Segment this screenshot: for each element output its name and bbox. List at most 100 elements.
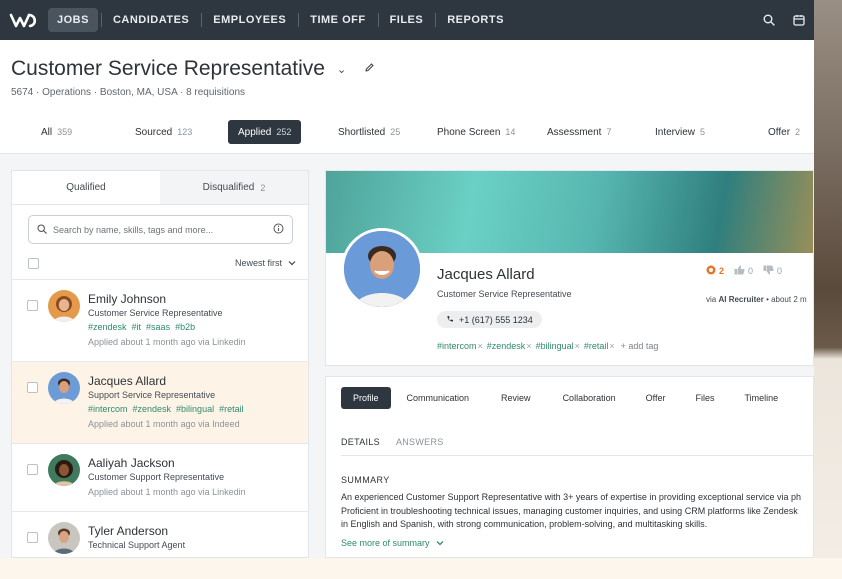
- tab-label: Disqualified: [202, 182, 255, 193]
- candidate-detail-panel: Profile Communication Review Collaborati…: [325, 376, 814, 558]
- profile-tags: #intercom × #zendesk × #bilingual × #retail…: [437, 341, 658, 351]
- candidate-row[interactable]: Tyler Anderson Technical Support Agent: [12, 511, 308, 557]
- remove-tag-icon[interactable]: ×: [526, 341, 531, 351]
- candidate-role: Support Service Representative: [88, 390, 216, 400]
- stage-label: Sourced: [135, 126, 173, 138]
- top-navigation: JOBS CANDIDATES EMPLOYEES TIME OFF FILES…: [0, 0, 814, 40]
- nav-jobs[interactable]: JOBS: [48, 8, 98, 32]
- avatar: [48, 372, 80, 404]
- tag[interactable]: #bilingual: [536, 341, 574, 351]
- stage-label: Shortlisted: [338, 126, 386, 138]
- row-checkbox[interactable]: [27, 300, 38, 311]
- tab-collaboration[interactable]: Collaboration: [551, 387, 628, 409]
- nav-employees[interactable]: EMPLOYEES: [204, 8, 295, 32]
- summary-line: Proficient in troubleshooting technical …: [341, 505, 798, 516]
- tag[interactable]: #zendesk: [487, 341, 526, 351]
- row-checkbox[interactable]: [27, 532, 38, 543]
- stage-offer[interactable]: Offer 2: [768, 120, 800, 144]
- tag[interactable]: #zendesk: [88, 322, 127, 332]
- subtab-answers[interactable]: ANSWERS: [396, 437, 444, 453]
- stage-applied[interactable]: Applied 252: [228, 120, 302, 144]
- candidate-row-selected[interactable]: Jacques Allard Support Service Represent…: [12, 361, 308, 443]
- remove-tag-icon[interactable]: ×: [575, 341, 580, 351]
- tag[interactable]: #intercom: [88, 404, 128, 414]
- stage-count: 7: [606, 127, 612, 137]
- tab-communication[interactable]: Communication: [395, 387, 482, 409]
- tag[interactable]: #intercom: [437, 341, 477, 351]
- search-icon[interactable]: [754, 0, 784, 40]
- logo-icon[interactable]: [0, 0, 48, 40]
- tab-files[interactable]: Files: [683, 387, 726, 409]
- score-badge[interactable]: 2: [706, 265, 724, 277]
- select-all-checkbox[interactable]: [28, 257, 39, 269]
- stage-assessment[interactable]: Assessment 7: [547, 120, 611, 144]
- row-checkbox[interactable]: [27, 382, 38, 393]
- stage-phone-screen[interactable]: Phone Screen 14: [437, 120, 515, 144]
- like-button[interactable]: 0: [734, 265, 753, 277]
- stage-label: All: [41, 126, 53, 138]
- via-suffix: • about 2 m: [766, 295, 807, 304]
- tab-profile[interactable]: Profile: [341, 387, 391, 409]
- stage-interview[interactable]: Interview 5: [655, 120, 705, 144]
- tag[interactable]: #zendesk: [133, 404, 172, 414]
- chevron-down-icon[interactable]: ⌄: [337, 63, 346, 76]
- row-checkbox[interactable]: [27, 464, 38, 475]
- stage-sourced[interactable]: Sourced 123: [135, 120, 192, 144]
- app-window: JOBS CANDIDATES EMPLOYEES TIME OFF FILES…: [0, 0, 814, 558]
- see-more-summary-link[interactable]: See more of summary: [341, 538, 444, 548]
- tag[interactable]: #saas: [146, 322, 170, 332]
- stage-count: 14: [505, 127, 516, 137]
- remove-tag-icon[interactable]: ×: [478, 341, 483, 351]
- detail-subtabs: DETAILS ANSWERS: [341, 437, 460, 453]
- tag[interactable]: #retail: [584, 341, 609, 351]
- candidate-row[interactable]: Emily Johnson Customer Service Represent…: [12, 279, 308, 361]
- calendar-icon[interactable]: [784, 0, 814, 40]
- add-tag-button[interactable]: + add tag: [621, 341, 659, 351]
- via-source[interactable]: AI Recruiter: [718, 295, 763, 304]
- tab-review[interactable]: Review: [489, 387, 543, 409]
- rating-summary: 2 0 0: [706, 265, 792, 277]
- summary-text: An experienced Customer Support Represen…: [341, 491, 813, 532]
- tag[interactable]: #retail: [219, 404, 244, 414]
- stage-all[interactable]: All 359: [41, 120, 72, 144]
- info-icon[interactable]: [273, 223, 284, 236]
- tag[interactable]: #bilingual: [176, 404, 214, 414]
- tab-offer[interactable]: Offer: [634, 387, 678, 409]
- tag[interactable]: #it: [132, 322, 142, 332]
- stage-label: Assessment: [547, 126, 602, 138]
- sort-dropdown[interactable]: Newest first: [235, 258, 296, 268]
- tab-qualified[interactable]: Qualified: [12, 171, 160, 204]
- phone-chip[interactable]: +1 (617) 555 1234: [437, 311, 542, 328]
- tab-disqualified[interactable]: Disqualified 2: [160, 171, 308, 204]
- tab-timeline[interactable]: Timeline: [732, 387, 790, 409]
- nav-divider: [201, 13, 203, 27]
- search-input[interactable]: Search by name, skills, tags and more...: [28, 215, 293, 244]
- nav-reports[interactable]: REPORTS: [438, 8, 513, 32]
- nav-time-off[interactable]: TIME OFF: [301, 8, 374, 32]
- stage-label: Offer: [768, 126, 791, 138]
- candidate-name: Emily Johnson: [88, 292, 167, 306]
- nav-divider: [298, 13, 300, 27]
- job-meta: 5674 · Operations · Boston, MA, USA · 8 …: [11, 87, 245, 98]
- nav-divider: [377, 13, 379, 27]
- candidate-name: Aaliyah Jackson: [88, 456, 175, 470]
- background-photo-strip: [814, 0, 842, 579]
- dislike-button[interactable]: 0: [763, 265, 782, 277]
- stage-shortlisted[interactable]: Shortlisted 25: [338, 120, 400, 144]
- tag[interactable]: #b2b: [175, 322, 195, 332]
- pencil-icon[interactable]: [364, 60, 375, 78]
- remove-tag-icon[interactable]: ×: [609, 341, 614, 351]
- nav-files[interactable]: FILES: [381, 8, 433, 32]
- subtab-details[interactable]: DETAILS: [341, 437, 380, 453]
- score-icon: [706, 265, 716, 277]
- thumbs-down-icon: [763, 265, 774, 277]
- stage-count: 252: [276, 127, 292, 137]
- summary-line: An experienced Customer Support Represen…: [341, 492, 801, 502]
- avatar: [341, 228, 423, 310]
- candidate-row[interactable]: Aaliyah Jackson Customer Support Represe…: [12, 443, 308, 511]
- nav-candidates[interactable]: CANDIDATES: [104, 8, 198, 32]
- phone-icon: [446, 315, 454, 325]
- divider: [341, 455, 813, 456]
- stage-count: 359: [57, 127, 73, 137]
- chevron-down-icon: [288, 258, 296, 268]
